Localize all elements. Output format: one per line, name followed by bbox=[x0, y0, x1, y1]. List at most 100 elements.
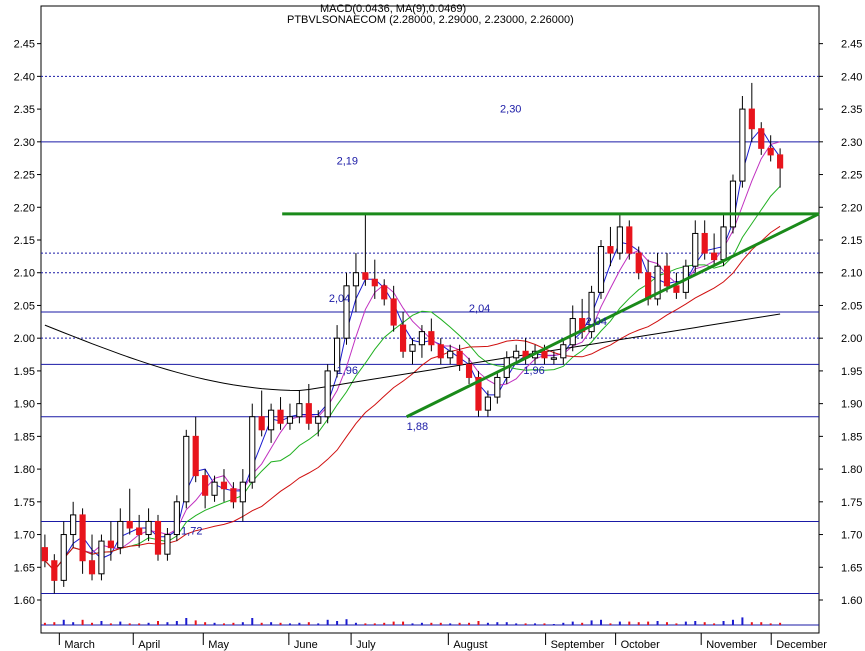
y-tick-label-left: 2.30 bbox=[14, 137, 35, 149]
x-month-label: April bbox=[138, 639, 160, 651]
indicator-bar bbox=[128, 623, 131, 625]
indicator-bar bbox=[656, 621, 659, 625]
candle-body bbox=[739, 108, 746, 182]
indicator-bar bbox=[458, 622, 461, 625]
indicator-bar bbox=[600, 619, 603, 625]
indicator-bar bbox=[147, 622, 150, 625]
candle-body bbox=[711, 252, 718, 261]
candle-body bbox=[569, 318, 576, 346]
candle-body bbox=[41, 547, 48, 562]
indicator-bar bbox=[637, 622, 640, 625]
y-tick-label-right: 2.35 bbox=[841, 104, 862, 116]
indicator-bar bbox=[449, 623, 452, 625]
annotation-label: 2,19 bbox=[337, 156, 358, 168]
price-level-label: 1,96 bbox=[523, 365, 544, 377]
indicator-bar bbox=[166, 622, 169, 625]
candle-body bbox=[202, 475, 209, 496]
y-tick-label-left: 2.00 bbox=[14, 333, 35, 345]
indicator-bar bbox=[411, 623, 414, 625]
indicator-bar bbox=[138, 623, 141, 625]
candle-body bbox=[362, 272, 369, 280]
annotation-label: 1,96 bbox=[337, 365, 358, 377]
indicator-bar bbox=[534, 623, 537, 625]
y-tick-label-left: 2.15 bbox=[14, 235, 35, 247]
indicator-bar bbox=[665, 622, 668, 625]
candle-body bbox=[60, 534, 67, 581]
candle-body bbox=[484, 396, 491, 411]
indicator-bar bbox=[260, 622, 263, 625]
indicator-bar bbox=[779, 622, 782, 625]
indicator-bar bbox=[194, 620, 197, 625]
candle-body bbox=[249, 416, 256, 483]
candle-body bbox=[692, 232, 699, 267]
x-month-label: November bbox=[706, 639, 757, 651]
y-tick-label-left: 1.65 bbox=[14, 562, 35, 574]
candle-body bbox=[258, 416, 265, 431]
y-tick-label-right: 2.25 bbox=[841, 170, 862, 182]
indicator-bar bbox=[326, 619, 329, 625]
y-tick-label-right: 1.95 bbox=[841, 366, 862, 378]
indicator-bar bbox=[402, 621, 405, 625]
indicator-bar bbox=[571, 621, 574, 625]
indicator-bar bbox=[156, 621, 159, 625]
candle-body bbox=[173, 501, 180, 536]
candle-body bbox=[352, 272, 360, 287]
candle-body bbox=[98, 540, 105, 575]
price-level-label: 2,30 bbox=[500, 103, 521, 115]
indicator-bar bbox=[392, 621, 395, 625]
indicator-bar bbox=[750, 622, 753, 625]
y-tick-label-left: 2.20 bbox=[14, 202, 35, 214]
indicator-bar bbox=[439, 622, 442, 625]
indicator-bar bbox=[769, 623, 772, 625]
indicator-bar bbox=[345, 619, 348, 625]
price-level-label: 2,04 bbox=[586, 316, 607, 328]
candle-body bbox=[239, 481, 246, 503]
indicator-bar bbox=[279, 622, 282, 625]
candle-body bbox=[767, 147, 774, 156]
indicator-bar bbox=[590, 620, 593, 625]
candle-body bbox=[154, 520, 162, 555]
indicator-bar bbox=[373, 623, 376, 625]
y-tick-label-left: 1.85 bbox=[14, 431, 35, 443]
candle-body bbox=[701, 232, 708, 254]
candle-body bbox=[390, 298, 397, 326]
candle-body bbox=[409, 344, 416, 352]
candle-body bbox=[635, 252, 642, 274]
y-tick-label-right: 2.40 bbox=[841, 71, 862, 83]
y-tick-label-right: 2.05 bbox=[841, 300, 862, 312]
indicator-bar bbox=[364, 623, 367, 625]
y-tick-label-left: 2.45 bbox=[14, 39, 35, 51]
indicator-bar bbox=[383, 622, 386, 625]
x-month-label: August bbox=[453, 639, 487, 651]
candle-body bbox=[220, 481, 228, 490]
candle-body bbox=[192, 435, 199, 477]
annotation-label: 2,04 bbox=[329, 293, 350, 305]
candle-body bbox=[126, 520, 133, 529]
indicator-bar bbox=[713, 623, 716, 625]
indicator-bar bbox=[232, 622, 235, 625]
y-tick-label-left: 2.05 bbox=[14, 300, 35, 312]
y-tick-label-left: 1.95 bbox=[14, 366, 35, 378]
x-month-label: October bbox=[621, 639, 660, 651]
y-tick-label-left: 1.75 bbox=[14, 497, 35, 509]
indicator-bar bbox=[109, 623, 112, 625]
indicator-bar bbox=[741, 617, 744, 625]
indicator-bar bbox=[694, 621, 697, 625]
x-month-label: September bbox=[551, 639, 605, 651]
candle-body bbox=[286, 416, 294, 424]
indicator-bar bbox=[91, 622, 94, 625]
indicator-bar bbox=[222, 623, 225, 625]
candle-body bbox=[164, 534, 171, 555]
indicator-bar bbox=[505, 622, 508, 625]
candle-body bbox=[79, 514, 86, 562]
indicator-bar bbox=[119, 621, 122, 625]
candle-body bbox=[88, 560, 96, 575]
y-tick-label-left: 1.70 bbox=[14, 530, 35, 542]
candle-body bbox=[117, 520, 124, 549]
indicator-bar bbox=[628, 621, 631, 625]
candle-body bbox=[381, 285, 388, 300]
candle-body bbox=[296, 403, 303, 418]
price-level-label: 1,72 bbox=[181, 526, 202, 538]
candle-body bbox=[107, 540, 114, 549]
indicator-bar bbox=[468, 622, 471, 625]
